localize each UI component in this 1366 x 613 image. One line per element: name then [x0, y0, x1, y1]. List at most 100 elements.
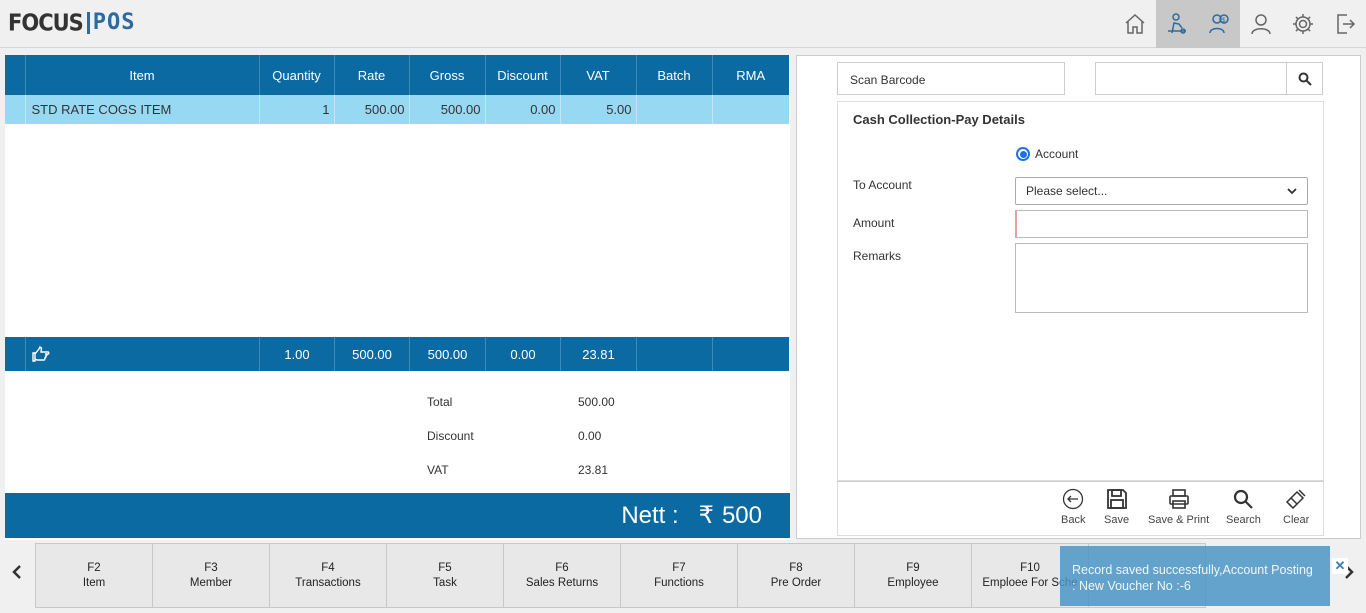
- item-grid-panel: Item Quantity Rate Gross Discount VAT Ba…: [5, 55, 790, 540]
- currency-symbol: ₹: [698, 502, 714, 529]
- column-header-quantity[interactable]: Quantity: [258, 55, 334, 95]
- fkey-label: Member: [189, 576, 233, 589]
- radio-selected-indicator[interactable]: [1016, 147, 1030, 161]
- clear-label: Clear: [1283, 514, 1310, 526]
- focus-pos-logo: FOCUS POS: [8, 10, 136, 36]
- column-header-vat[interactable]: VAT: [559, 55, 636, 95]
- column-header-item[interactable]: Item: [24, 55, 259, 95]
- printer-icon: [1168, 489, 1189, 509]
- fkey-code: F10: [1020, 561, 1040, 574]
- cell-vat[interactable]: 5.00: [559, 95, 636, 124]
- column-header-gross[interactable]: Gross: [408, 55, 485, 95]
- cell-discount[interactable]: 0.00: [484, 95, 560, 124]
- amount-field[interactable]: [1015, 210, 1308, 238]
- fkey-label: Item: [82, 576, 106, 589]
- cell-gross[interactable]: 500.00: [408, 95, 485, 124]
- cell-rma[interactable]: [711, 95, 789, 124]
- back-button[interactable]: Back: [1061, 488, 1085, 526]
- back-label: Back: [1061, 514, 1086, 526]
- table-row[interactable]: STD RATE COGS ITEM 1 500.00 500.00 0.00 …: [5, 95, 789, 124]
- chevron-left-icon[interactable]: [11, 563, 23, 584]
- function-keys: F2 Item F3 Member F4 Transactions F5 Task F6…: [35, 543, 1206, 608]
- total-batch: [636, 337, 712, 371]
- fkey-f3-member[interactable]: F3 Member: [152, 543, 270, 608]
- item-grid: Item Quantity Rate Gross Discount VAT Ba…: [5, 55, 789, 124]
- summary-block: Total 500.00 Discount 0.00 VAT 23.81: [427, 385, 615, 487]
- fkey-label: Functions: [654, 576, 704, 589]
- save-and-print-button[interactable]: Save & Print: [1148, 488, 1209, 526]
- grid-totals-row: 1.00 500.00 500.00 0.00 23.81: [5, 337, 789, 371]
- column-header-discount[interactable]: Discount: [484, 55, 560, 95]
- delivery-person-icon[interactable]: [1156, 0, 1198, 48]
- fkey-f5-task[interactable]: F5 Task: [386, 543, 504, 608]
- fkey-f7-functions[interactable]: F7 Functions: [620, 543, 738, 608]
- fkey-label: Task: [433, 576, 457, 589]
- total-discount: 0.00: [485, 337, 560, 371]
- summary-vat-value: 23.81: [578, 463, 609, 477]
- account-radio-label: Account: [1035, 147, 1079, 161]
- nett-bar: Nett : ₹ 500: [5, 493, 790, 538]
- fkey-f4-transactions[interactable]: F4 Transactions: [269, 543, 387, 608]
- remarks-textarea[interactable]: [1015, 243, 1308, 313]
- column-header-batch[interactable]: Batch: [635, 55, 712, 95]
- logout-icon[interactable]: [1324, 0, 1366, 48]
- nett-value: 500: [721, 501, 762, 529]
- fkey-label: Sales Returns: [525, 576, 599, 589]
- home-icon[interactable]: [1114, 0, 1156, 48]
- user-icon[interactable]: [1240, 0, 1282, 48]
- grid-empty-area: [5, 124, 790, 337]
- chevron-down-icon: [1287, 187, 1297, 194]
- search-button[interactable]: Search: [1226, 488, 1261, 526]
- amount-label: Amount: [853, 216, 895, 230]
- save-and-print-label: Save & Print: [1148, 514, 1210, 526]
- fkey-f8-pre-order[interactable]: F8 Pre Order: [737, 543, 855, 608]
- to-account-selected-value: Please select...: [1026, 184, 1108, 198]
- save-label: Save: [1104, 514, 1130, 526]
- cell-quantity[interactable]: 1: [258, 95, 334, 124]
- fkey-code: F2: [87, 561, 101, 574]
- search-icon[interactable]: [1286, 63, 1322, 94]
- logo-pos-text: POS: [86, 12, 136, 34]
- cell-batch[interactable]: [635, 95, 712, 124]
- fkey-f9-employee[interactable]: F9 Employee: [854, 543, 972, 608]
- settings-icon[interactable]: [1282, 0, 1324, 48]
- column-header-rate[interactable]: Rate: [333, 55, 409, 95]
- cell-rate[interactable]: 500.00: [333, 95, 409, 124]
- pointing-hand-icon[interactable]: [25, 337, 259, 371]
- fkey-f6-sales-returns[interactable]: F6 Sales Returns: [503, 543, 621, 608]
- cell-item[interactable]: STD RATE COGS ITEM: [24, 95, 259, 124]
- fkey-code: F6: [555, 561, 569, 574]
- fkey-code: F5: [438, 561, 452, 574]
- action-bar: Back Save Save & Print Search Clear: [837, 481, 1324, 536]
- fkey-code: F8: [789, 561, 803, 574]
- total-gross: 500.00: [409, 337, 485, 371]
- broom-icon: [1286, 489, 1306, 510]
- cash-collection-form: Cash Collection-Pay Details Account To A…: [837, 101, 1324, 481]
- row-select-cell[interactable]: [5, 95, 25, 124]
- fkey-code: F9: [906, 561, 920, 574]
- cash-collection-icon[interactable]: $: [1198, 0, 1240, 48]
- save-button[interactable]: Save: [1104, 488, 1129, 526]
- toast-message: Record saved successfully,Account Postin…: [1072, 563, 1313, 593]
- remarks-label: Remarks: [853, 249, 902, 263]
- clear-button[interactable]: Clear: [1283, 488, 1309, 526]
- summary-total-label: Total: [427, 395, 453, 409]
- fkey-label: Employee: [887, 576, 939, 589]
- summary-vat-label: VAT: [427, 463, 449, 477]
- column-header-rma[interactable]: RMA: [711, 55, 789, 95]
- scan-barcode-input[interactable]: Scan Barcode: [837, 62, 1065, 95]
- fkey-code: F3: [204, 561, 218, 574]
- fkey-label: Pre Order: [770, 576, 822, 589]
- close-icon[interactable]: ✕: [1332, 558, 1348, 574]
- summary-discount-value: 0.00: [578, 429, 602, 443]
- fkey-f2-item[interactable]: F2 Item: [35, 543, 153, 608]
- top-bar: FOCUS POS $: [0, 0, 1366, 48]
- to-account-label: To Account: [853, 178, 912, 192]
- to-account-select[interactable]: Please select...: [1015, 177, 1308, 205]
- grid-header-row: Item Quantity Rate Gross Discount VAT Ba…: [5, 55, 789, 95]
- top-icon-bar: $: [1114, 0, 1366, 48]
- total-rate: 500.00: [334, 337, 409, 371]
- nett-label: Nett :: [621, 501, 679, 529]
- account-radio[interactable]: Account: [1016, 147, 1078, 161]
- search-input[interactable]: [1095, 62, 1323, 95]
